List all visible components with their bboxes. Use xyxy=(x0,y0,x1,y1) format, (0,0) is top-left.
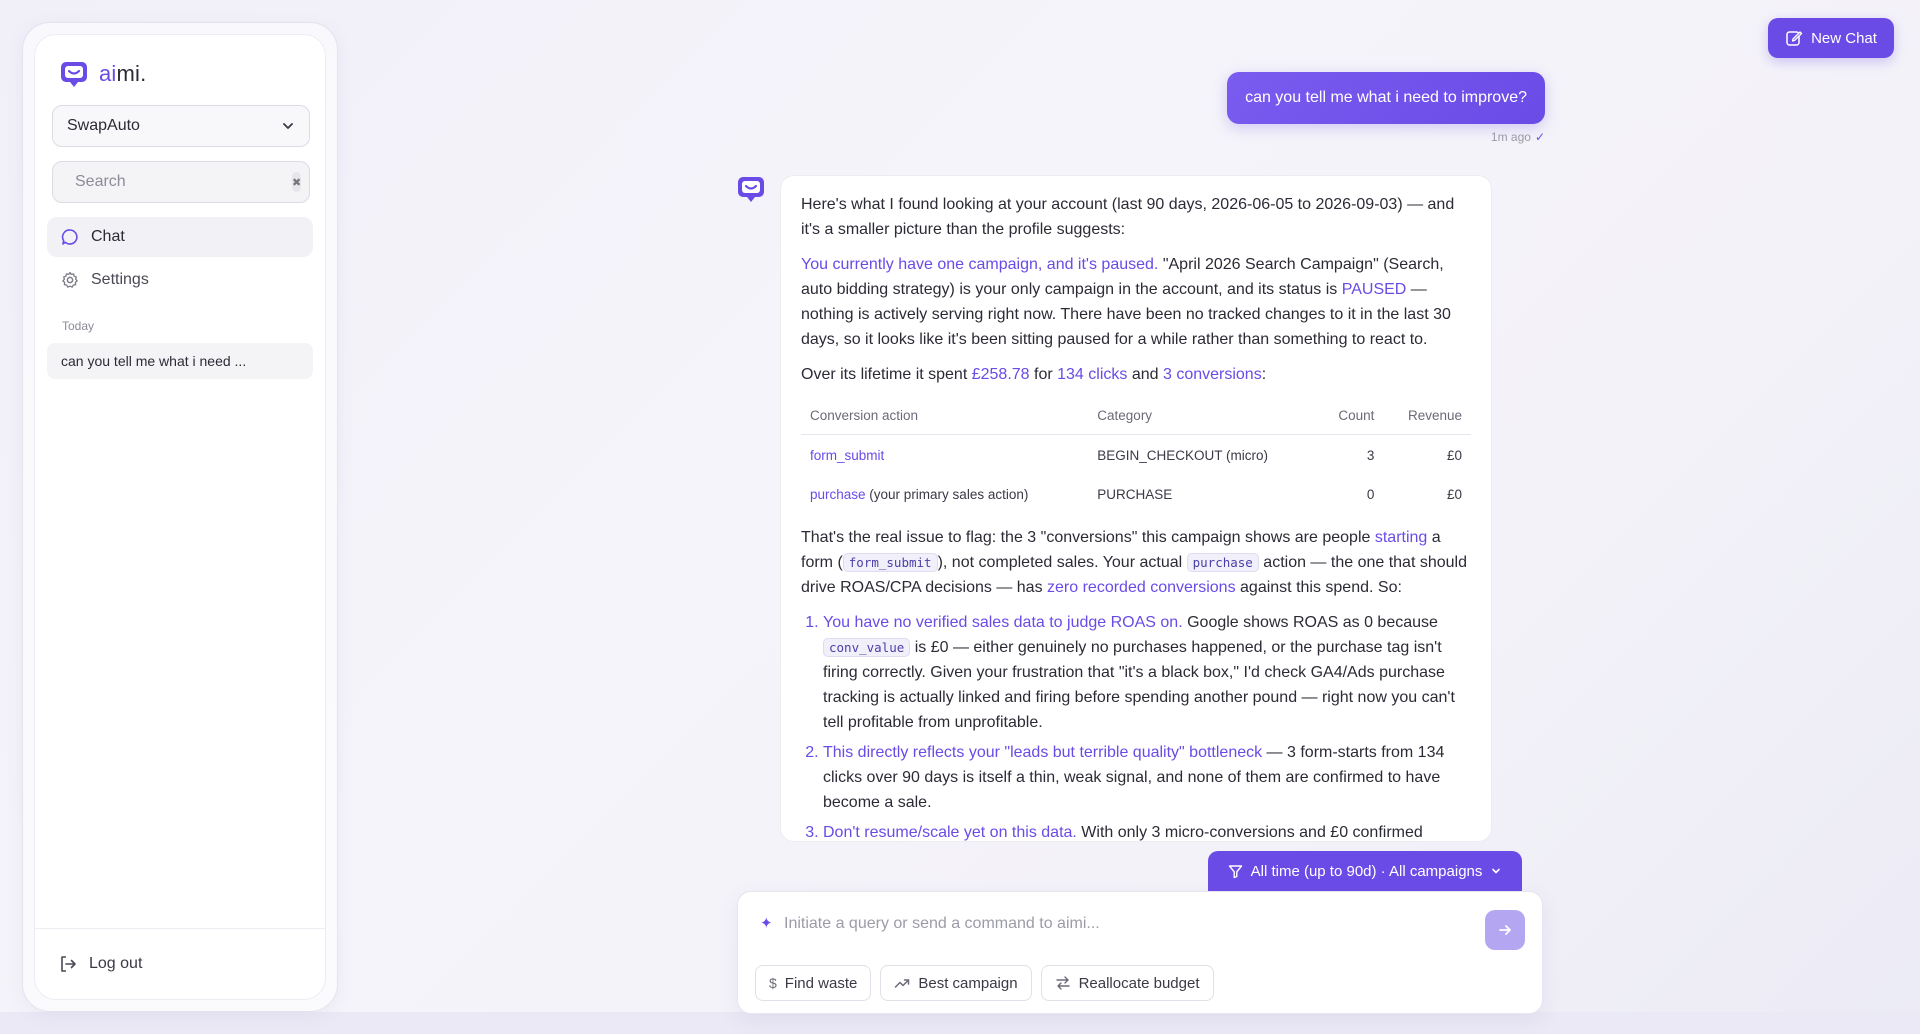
check-icon: ✓ xyxy=(1534,130,1545,144)
table-header: Revenue xyxy=(1383,397,1471,435)
findings-list: You have no verified sales data to judge… xyxy=(801,610,1471,841)
dollar-icon: $ xyxy=(769,975,777,991)
chip-label: Best campaign xyxy=(918,974,1018,992)
new-chat-label: New Chat xyxy=(1811,29,1877,47)
swap-arrows-icon xyxy=(1055,976,1070,990)
chip-reallocate-budget[interactable]: Reallocate budget xyxy=(1040,965,1214,1001)
user-message-meta: 1m ago ✓ xyxy=(1491,130,1545,144)
nav-item-settings[interactable]: Settings xyxy=(47,260,313,300)
assistant-message: Here's what I found looking at your acco… xyxy=(780,175,1492,842)
table-row: form_submit BEGIN_CHECKOUT (micro) 3 £0 xyxy=(801,435,1471,475)
table-cell: form_submit xyxy=(810,448,885,463)
app-logo[interactable]: aimi. xyxy=(59,59,146,89)
conversion-table: Conversion action Category Count Revenue… xyxy=(801,397,1471,513)
chevron-down-icon xyxy=(283,123,293,129)
list-item: You have no verified sales data to judge… xyxy=(823,610,1471,735)
app-name: aimi. xyxy=(99,61,147,86)
message-timestamp: 1m ago xyxy=(1490,130,1531,144)
list-item: This directly reflects your "leads but t… xyxy=(823,740,1471,815)
table-header: Conversion action xyxy=(801,397,1089,435)
chat-bubble-icon xyxy=(61,229,78,245)
sparkle-icon: ✦ xyxy=(760,915,773,932)
chat-logo-icon xyxy=(61,62,87,87)
nav-item-label: Settings xyxy=(91,271,149,288)
table-cell: purchase (your primary sales action) xyxy=(810,487,1029,502)
gear-icon xyxy=(62,271,78,288)
table-cell: BEGIN_CHECKOUT (micro) xyxy=(1097,448,1269,463)
trending-up-icon xyxy=(895,979,910,988)
logout-label: Log out xyxy=(89,955,143,972)
message-input[interactable] xyxy=(784,910,1464,938)
sidebar: aimi. SwapAuto ✖ Chat Settings Today can… xyxy=(34,34,326,1000)
logout-icon xyxy=(61,956,76,972)
send-button[interactable] xyxy=(1485,910,1525,950)
assistant-paragraph: That's the real issue to flag: the 3 "co… xyxy=(801,529,1467,596)
table-cell: £0 xyxy=(1446,448,1462,463)
table-cell: £0 xyxy=(1446,487,1462,502)
table-header-row: Conversion action Category Count Revenue xyxy=(801,397,1471,435)
new-chat-button[interactable]: New Chat xyxy=(1768,18,1894,58)
account-select-value: SwapAuto xyxy=(67,117,140,134)
sidebar-divider xyxy=(35,928,325,929)
assistant-avatar-icon xyxy=(738,177,764,202)
assistant-paragraph: You currently have one campaign, and it'… xyxy=(801,256,1451,348)
nav-item-chat[interactable]: Chat xyxy=(47,217,313,257)
table-row: purchase (your primary sales action) PUR… xyxy=(801,474,1471,513)
assistant-paragraph: Here's what I found looking at your acco… xyxy=(801,196,1455,238)
list-item: Don't resume/scale yet on this data. Wit… xyxy=(823,820,1471,841)
table-header: Count xyxy=(1317,397,1384,435)
chip-label: Reallocate budget xyxy=(1078,974,1200,992)
chip-best-campaign[interactable]: Best campaign xyxy=(880,965,1032,1001)
edit-icon xyxy=(1786,31,1803,46)
chip-label: Find waste xyxy=(784,974,858,992)
search-box: ✖ xyxy=(52,161,310,203)
history-section-label: Today xyxy=(62,319,95,333)
composer: ✦ $ Find waste Best campaign Reallocate … xyxy=(737,891,1543,1014)
filter-icon xyxy=(1228,864,1242,878)
account-select[interactable]: SwapAuto xyxy=(52,105,310,147)
quick-actions: $ Find waste Best campaign Reallocate bu… xyxy=(755,965,1214,1001)
filter-label: All time (up to 90d) · All campaigns xyxy=(1250,862,1483,880)
table-header: Category xyxy=(1088,397,1318,435)
arrow-right-icon xyxy=(1499,925,1511,935)
table-cell: PURCHASE xyxy=(1097,487,1173,502)
chevron-down-icon xyxy=(1492,868,1501,874)
assistant-paragraph: Over its lifetime it spent £258.78 for 1… xyxy=(801,366,1267,383)
window-bottom-edge xyxy=(0,1012,1920,1034)
chip-find-waste[interactable]: $ Find waste xyxy=(755,965,872,1001)
filter-dropdown[interactable]: All time (up to 90d) · All campaigns xyxy=(1208,851,1522,891)
history-item[interactable]: can you tell me what i need ... xyxy=(47,343,313,379)
logout-button[interactable]: Log out xyxy=(59,955,142,973)
search-input[interactable] xyxy=(75,173,282,191)
table-cell: 0 xyxy=(1366,487,1375,502)
search-shortcut-icon[interactable]: ✖ xyxy=(292,172,302,192)
table-cell: 3 xyxy=(1366,448,1375,463)
user-message: can you tell me what i need to improve? xyxy=(1227,72,1545,124)
nav-item-label: Chat xyxy=(91,228,125,245)
